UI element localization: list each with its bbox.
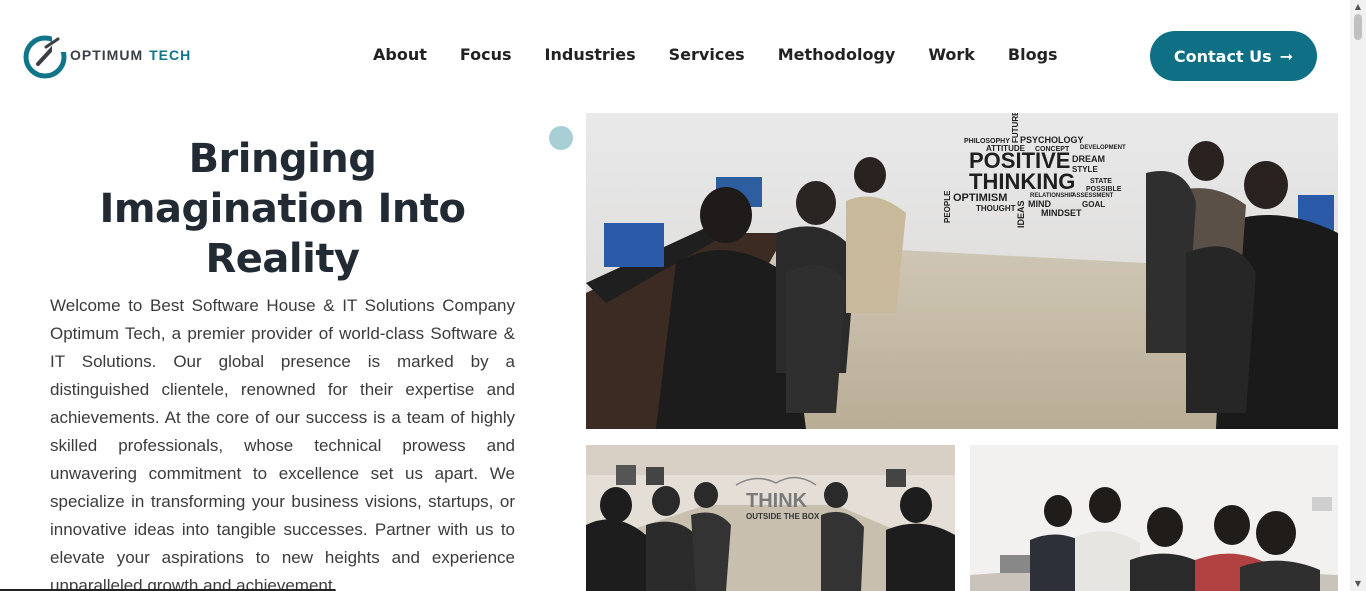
- office-photo-main-illustration: POSITIVE THINKING PSYCHOLOGY PHILOSOPHY …: [586, 113, 1338, 429]
- wall-word-state: STATE: [1090, 178, 1112, 185]
- office-photo-team: [970, 445, 1338, 591]
- office-photo-br-illustration: [970, 445, 1338, 591]
- nav-item-focus[interactable]: Focus: [460, 44, 512, 66]
- wall-word-relationship: RELATIONSHIP: [1030, 193, 1074, 199]
- wall-word-attitude: ATTITUDE: [986, 144, 1026, 153]
- wall-word-future: FUTURE: [1011, 113, 1020, 143]
- scroll-up-icon[interactable]: ▲: [1350, 0, 1366, 14]
- hero-title: Bringing Imagination Into Reality: [99, 136, 466, 282]
- wall-word-goal: GOAL: [1082, 200, 1105, 209]
- wall-word-people: PEOPLE: [943, 190, 952, 223]
- nav-item-services[interactable]: Services: [669, 44, 745, 66]
- contact-us-label: Contact Us: [1173, 46, 1272, 66]
- wall-word-mindset: MINDSET: [1041, 208, 1082, 218]
- wall-word-possible: POSSIBLE: [1086, 186, 1122, 193]
- nav-item-blogs[interactable]: Blogs: [1008, 44, 1058, 66]
- contact-us-button[interactable]: Contact Us ➞: [1150, 31, 1317, 81]
- wall-word-assessment: ASSESSMENT: [1072, 193, 1114, 199]
- arrow-right-icon: ➞: [1279, 46, 1294, 66]
- office-photo-main: POSITIVE THINKING PSYCHOLOGY PHILOSOPHY …: [586, 113, 1338, 429]
- wall-word-psychology: PSYCHOLOGY: [1020, 135, 1084, 145]
- logo-text-optimum: OPTIMUM: [70, 47, 144, 63]
- main-nav: About Focus Industries Services Methodol…: [373, 44, 1058, 66]
- wall-word-dream: DREAM: [1072, 154, 1105, 164]
- office-photo-bl-illustration: THINK OUTSIDE THE BOX: [586, 445, 955, 591]
- site-logo[interactable]: OPTIMUM TECH: [22, 33, 202, 79]
- wall-word-development: DEVELOPMENT: [1080, 145, 1126, 151]
- wall-word-concept: CONCEPT: [1035, 146, 1070, 153]
- hero-description: Welcome to Best Software House & IT Solu…: [50, 296, 515, 591]
- site-header: OPTIMUM TECH About Focus Industries Servi…: [0, 0, 1350, 112]
- scrollbar-thumb[interactable]: [1354, 14, 1362, 40]
- wall-word-thinking: THINKING: [969, 169, 1075, 194]
- nav-item-about[interactable]: About: [373, 44, 427, 66]
- sign-outside-the-box: OUTSIDE THE BOX: [746, 512, 820, 521]
- wall-word-thought: THOUGHT: [976, 204, 1016, 213]
- optimum-tech-logo-mark-icon: [22, 33, 68, 79]
- nav-item-work[interactable]: Work: [928, 44, 975, 66]
- nav-item-industries[interactable]: Industries: [545, 44, 636, 66]
- nav-item-methodology[interactable]: Methodology: [778, 44, 896, 66]
- wall-word-style: STYLE: [1072, 165, 1098, 174]
- scroll-down-icon[interactable]: ▼: [1350, 577, 1366, 591]
- office-photo-think-outside-box: THINK OUTSIDE THE BOX: [586, 445, 955, 591]
- logo-wordmark: OPTIMUM TECH: [70, 47, 191, 63]
- logo-text-tech: TECH: [149, 47, 192, 63]
- sign-think: THINK: [746, 490, 808, 512]
- wall-word-ideas: IDEAS: [1016, 200, 1026, 228]
- decorative-dot: [549, 126, 573, 150]
- wall-word-optimism: OPTIMISM: [953, 192, 1007, 204]
- page-scrollbar[interactable]: ▲ ▼: [1350, 0, 1366, 591]
